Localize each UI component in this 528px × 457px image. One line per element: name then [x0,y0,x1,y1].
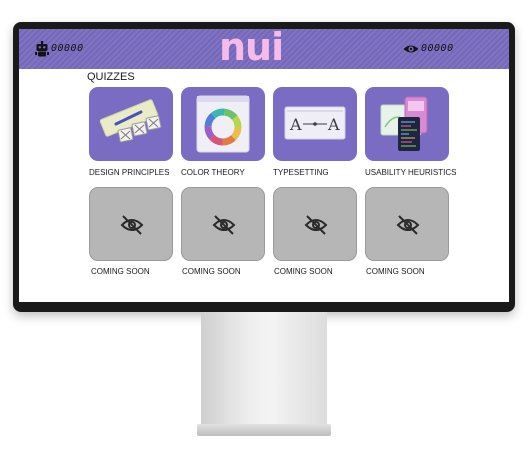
quiz-label-typesetting[interactable]: TYPESETTING [273,168,329,177]
eye-icon[interactable] [403,44,419,54]
svg-text:A: A [289,115,302,134]
eye-off-icon [396,215,420,235]
monitor-stand [201,312,327,424]
locked-quiz-card [181,187,265,261]
eye-off-icon [120,215,144,235]
svg-text:A: A [327,115,340,134]
quizzes-heading: QUIZZES [87,71,135,83]
eye-off-icon [304,215,328,235]
nui-logo[interactable]: nui [219,29,289,67]
locked-quiz-card [273,187,357,261]
quiz-card-color-theory[interactable] [181,87,265,161]
quiz-label-usability-heuristics[interactable]: USABILITY HEURISTICS [365,168,456,177]
quiz-label-color-theory[interactable]: COLOR THEORY [181,168,245,177]
design-principles-icon [99,99,162,143]
left-counter: 00000 [51,43,84,54]
quiz-card-usability-heuristics[interactable] [365,87,449,161]
color-wheel-icon [196,95,250,153]
monitor-stand-base [197,424,331,436]
quiz-label-design-principles[interactable]: DESIGN PRINCIPLES [89,168,169,177]
locked-quiz-label: COMING SOON [182,267,241,276]
right-counter: 00000 [421,43,454,54]
locked-quiz-label: COMING SOON [91,267,150,276]
locked-quiz-label: COMING SOON [274,267,333,276]
robot-icon[interactable] [35,41,49,57]
locked-quiz-card [89,187,173,261]
app-screen: 00000 nui 00000 QUIZZES DESIGN PRINCIPLE… [19,29,509,302]
eye-off-icon [212,215,236,235]
locked-quiz-card [365,187,449,261]
quiz-card-typesetting[interactable]: A A [273,87,357,161]
devices-icon [380,96,428,151]
quiz-card-design-principles[interactable] [89,87,173,161]
app-header: 00000 nui 00000 [19,29,509,69]
locked-quiz-label: COMING SOON [366,267,425,276]
typesetting-icon: A A [284,106,346,140]
monitor-frame: 00000 nui 00000 QUIZZES DESIGN PRINCIPLE… [13,22,515,312]
